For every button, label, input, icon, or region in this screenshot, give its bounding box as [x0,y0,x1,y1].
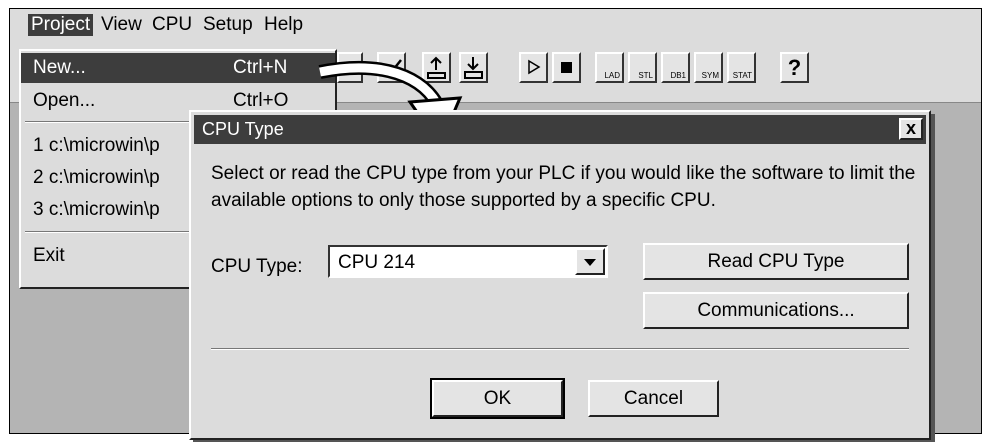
sym-icon[interactable]: SYM [694,52,723,83]
menu-setup[interactable]: Setup [200,14,256,36]
menu-cpu[interactable]: CPU [149,14,195,36]
menu-help[interactable]: Help [261,14,306,36]
menu-view[interactable]: View [98,14,145,36]
stl-icon[interactable]: STL [628,52,657,83]
cpu-type-label: CPU Type: [211,256,303,277]
ladder-icon[interactable]: LAD [595,52,624,83]
stat-icon[interactable]: STAT [727,52,756,83]
cpu-type-dialog: CPU Type x Select or read the CPU type f… [189,110,931,440]
menu-item-new[interactable]: New... Ctrl+N [21,53,335,83]
help-icon[interactable]: ? [780,52,809,83]
cpu-type-value: CPU 214 [338,252,416,273]
db1-icon[interactable]: DB1 [661,52,690,83]
menu-project[interactable]: Project [28,14,94,36]
menu-bar: Project View CPU Setup Help [10,9,981,38]
cancel-button[interactable]: Cancel [588,380,719,417]
dialog-separator [211,348,909,350]
cpu-type-select[interactable]: CPU 214 [328,245,608,278]
chevron-down-icon[interactable] [575,248,605,275]
communications-button[interactable]: Communications... [643,292,909,329]
dialog-title: CPU Type [202,119,284,139]
ok-button[interactable]: OK [430,378,565,419]
run-icon[interactable] [519,52,548,83]
stop-icon[interactable] [552,52,581,83]
dialog-titlebar: CPU Type x [194,115,926,144]
dialog-description: Select or read the CPU type from your PL… [211,163,916,211]
read-cpu-type-button[interactable]: Read CPU Type [643,243,909,280]
close-icon[interactable]: x [899,118,923,140]
